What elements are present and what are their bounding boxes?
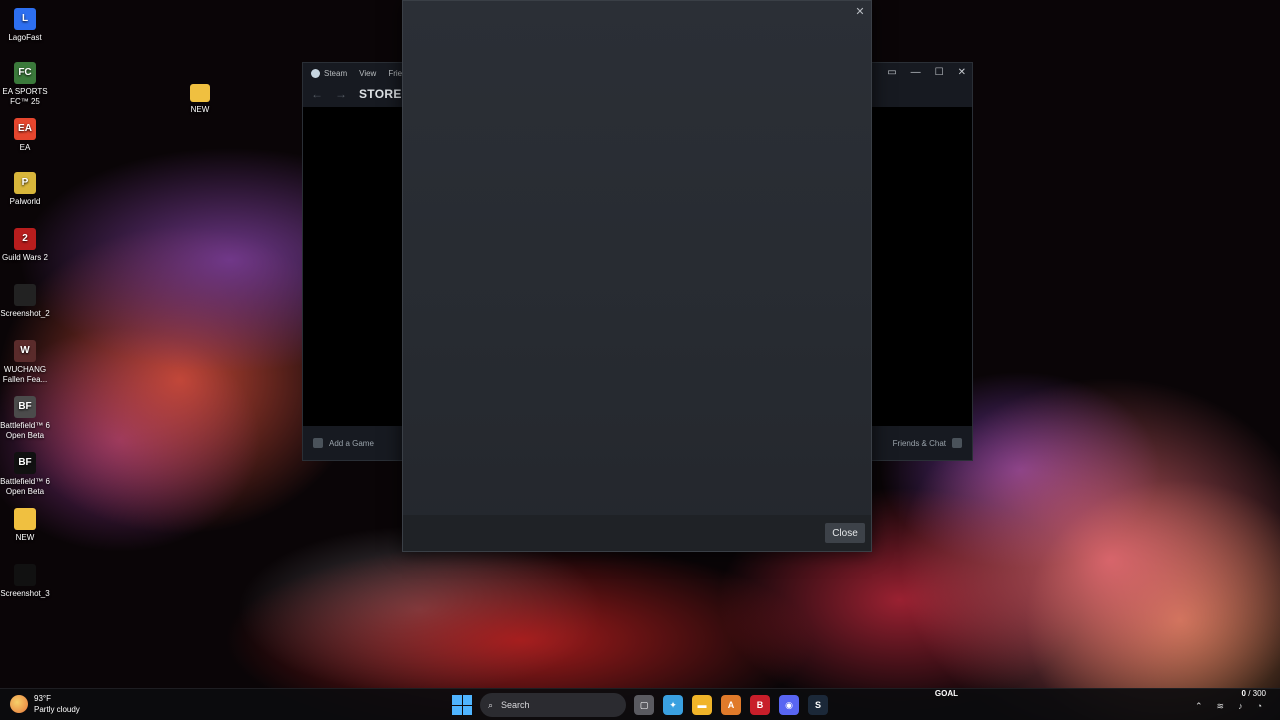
taskbar-search[interactable]: ⌕ Search [480,693,626,717]
app-icon [14,564,36,586]
plus-icon [313,438,323,448]
wifi-icon[interactable]: ≋ [1217,701,1225,712]
desktop-icon-new-folder[interactable]: NEW [175,84,225,115]
desktop-icon[interactable]: 2 Guild Wars 2 [0,228,50,263]
desktop-icon-label: EA SPORTS FC™ 25 [2,87,48,106]
desktop-icon-label: Guild Wars 2 [2,253,48,262]
desktop-icon-label: NEW [15,533,35,542]
goal-total: / 300 [1248,689,1266,698]
desktop-icon[interactable]: L LagoFast [0,8,50,43]
app-icon: BF [14,452,36,474]
chat-icon [952,438,962,448]
steam-menu-steam[interactable]: Steam [311,69,347,78]
folder-icon [190,84,210,102]
desktop-icon-label: Screenshot_3 [0,589,50,598]
taskbar-app-file-explorer[interactable]: ▬ [692,695,712,715]
search-placeholder: Search [501,700,530,710]
app-icon: FC [14,62,36,84]
desktop-icon-label: Battlefield™ 6 Open Beta [0,477,50,496]
desktop-icon-label: NEW [190,105,210,114]
add-game-label: Add a Game [329,438,374,448]
taskbar-app-app-a[interactable]: A [721,695,741,715]
desktop-icon-label: Battlefield™ 6 Open Beta [0,421,50,440]
start-button[interactable] [452,695,472,715]
chevron-up-icon[interactable]: ⌃ [1195,701,1203,712]
desktop-icon[interactable]: Screenshot_3 [0,564,50,599]
notification-icon[interactable]: ◔ [1257,701,1262,712]
system-tray: ⌃ ≋ ♪ ◔ [1195,701,1262,712]
taskbar-apps: ▢ ✦ ▬ A B ◉ S [634,695,828,715]
goal-label: GOAL [934,689,958,698]
taskbar: 93°F Partly cloudy ⌕ Search ▢ ✦ ▬ A B ◉ S GOAL… [0,688,1280,720]
goal-current: 0 [1241,689,1246,698]
steam-menu-bar: Steam View Frien [311,69,407,78]
taskbar-right: GOAL 0 / 300 ⌃ ≋ ♪ ◔ [910,689,1270,720]
back-arrow-icon[interactable]: ← [311,87,323,101]
desktop-icon-label: Palworld [9,197,41,206]
friends-chat-label: Friends & Chat [892,438,946,448]
app-icon: BF [14,396,36,418]
steam-nav: ← → STORE [311,87,402,101]
app-icon [14,508,36,530]
weather-desc: Partly cloudy [34,705,80,714]
desktop-icon-label: WUCHANG Fallen Fea... [2,365,48,384]
desktop-icon[interactable]: BF Battlefield™ 6 Open Beta [0,396,50,441]
goal-counter: 0 / 300 [1242,689,1266,698]
dialog-close-icon[interactable]: ✕ [853,5,867,19]
weather-temp: 93°F [34,694,51,703]
maximize-button[interactable]: ☐ [935,67,944,78]
window-controls: ▭ — ☐ ✕ [887,67,966,78]
steam-dialog: ✕ Close [402,0,872,552]
dialog-footer: Close [403,515,871,551]
app-icon [14,284,36,306]
desktop-icon[interactable]: EA EA [0,118,50,153]
desktop-icon-label: Screenshot_2 [0,309,50,318]
add-game-button[interactable]: Add a Game [313,438,374,448]
app-icon: 2 [14,228,36,250]
taskbar-app-discord[interactable]: ◉ [779,695,799,715]
forward-arrow-icon[interactable]: → [335,87,347,101]
store-tab[interactable]: STORE [359,87,402,101]
big-picture-icon[interactable]: ▭ [887,67,896,78]
close-button[interactable]: Close [825,523,865,543]
taskbar-app-app-red[interactable]: B [750,695,770,715]
app-icon: EA [14,118,36,140]
steam-logo-icon [311,69,320,78]
taskbar-app-copilot[interactable]: ✦ [663,695,683,715]
desktop-icon[interactable]: Screenshot_2 [0,284,50,319]
desktop-icon[interactable]: FC EA SPORTS FC™ 25 [0,62,50,107]
desktop-icon-label: LagoFast [8,33,42,42]
desktop-icon[interactable]: W WUCHANG Fallen Fea... [0,340,50,385]
desktop-icon[interactable]: P Palworld [0,172,50,207]
desktop-icon[interactable]: BF Battlefield™ 6 Open Beta [0,452,50,497]
taskbar-app-steam[interactable]: S [808,695,828,715]
friends-chat-button[interactable]: Friends & Chat [893,438,962,448]
taskbar-app-task-view[interactable]: ▢ [634,695,654,715]
app-icon: W [14,340,36,362]
close-window-button[interactable]: ✕ [958,67,966,78]
weather-widget[interactable]: 93°F Partly cloudy [10,693,80,715]
search-icon: ⌕ [488,699,494,710]
steam-menu-view[interactable]: View [359,69,376,78]
desktop-icon[interactable]: NEW [0,508,50,543]
desktop-icon-label: EA [19,143,31,152]
taskbar-center: ⌕ Search ▢ ✦ ▬ A B ◉ S [452,693,828,717]
partly-cloudy-icon [10,695,28,713]
minimize-button[interactable]: — [911,67,921,78]
volume-icon[interactable]: ♪ [1238,701,1243,712]
app-icon: P [14,172,36,194]
app-icon: L [14,8,36,30]
